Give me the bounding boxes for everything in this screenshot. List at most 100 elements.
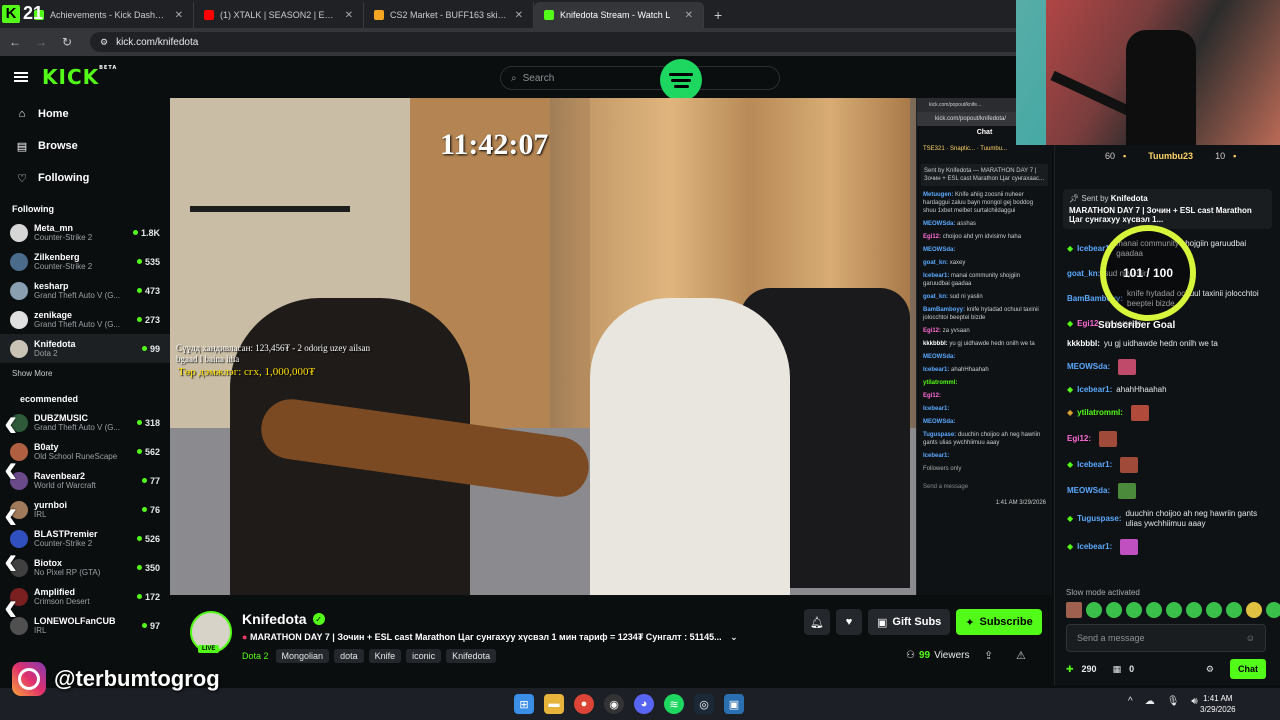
close-icon[interactable]: ✕	[345, 10, 353, 21]
emote-icon[interactable]	[1166, 602, 1182, 618]
chevron-down-icon[interactable]: ⌄	[730, 632, 738, 642]
emote-icon[interactable]	[1226, 602, 1242, 618]
back-arrow-icon[interactable]: ←	[8, 35, 22, 49]
stream-tag[interactable]: Mongolian	[275, 649, 330, 663]
microphone-icon[interactable]: 🎙︎	[1167, 696, 1180, 707]
chat-username[interactable]: Egi12:	[1067, 434, 1091, 444]
volume-icon[interactable]: 🔊︎	[1191, 696, 1197, 707]
sidebar-nav-following[interactable]: ♡ Following	[0, 162, 170, 194]
chrome-icon[interactable]: ●	[574, 694, 594, 714]
store-icon[interactable]: ▦	[1113, 664, 1122, 675]
stream-tag[interactable]: Knife	[368, 649, 402, 663]
sidebar-channel[interactable]: Zilkenberg Counter-Strike 2 535	[0, 247, 170, 276]
chat-username[interactable]: goat_kn:	[1067, 269, 1100, 279]
video-player[interactable]: 11:42:07 Сүүлд хандивласан: 123,456₮ - 2…	[170, 98, 916, 595]
taskbar-clock[interactable]: 1:41 AM 3/29/2026	[1200, 693, 1236, 715]
chat-username[interactable]: MEOWSda:	[1067, 486, 1110, 496]
category-link[interactable]: Dota 2	[242, 649, 269, 663]
app-window-icon[interactable]: ▣	[724, 694, 744, 714]
emote-icon[interactable]	[1206, 602, 1222, 618]
settings-icon[interactable]: ⚙	[1206, 664, 1214, 675]
file-explorer-icon[interactable]: ▬	[544, 694, 564, 714]
menu-icon[interactable]	[14, 72, 28, 82]
popout-username[interactable]: Egi12:	[923, 328, 941, 334]
chat-username[interactable]: Icebear1:	[1077, 460, 1112, 470]
network-icon[interactable]: ☁	[1145, 696, 1155, 707]
sidebar-channel[interactable]: zenikage Grand Theft Auto V (G... 273	[0, 305, 170, 334]
popout-username[interactable]: Tuguspase:	[923, 432, 956, 438]
popout-username[interactable]: goat_kn:	[923, 260, 948, 266]
popout-username[interactable]: Egi12:	[923, 234, 941, 240]
share-icon[interactable]: ⇪	[984, 649, 993, 662]
chat-username[interactable]: kkkbbbl:	[1067, 339, 1100, 349]
browser-tab-3[interactable]: Knifedota Stream - Watch L ✕	[534, 2, 704, 28]
popout-username[interactable]: goat_kn:	[923, 294, 948, 300]
emote-icon[interactable]	[1086, 602, 1102, 618]
reload-icon[interactable]: ↻	[60, 35, 74, 49]
popout-username[interactable]: Metuugen:	[923, 192, 953, 198]
discord-icon[interactable]: ◕	[634, 694, 654, 714]
emote-icon[interactable]	[1266, 602, 1280, 618]
popout-username[interactable]: Icebear1:	[923, 367, 949, 373]
chat-username[interactable]: Icebear1:	[1077, 385, 1112, 395]
emote-icon[interactable]	[1066, 602, 1082, 618]
chat-username[interactable]: ytilatromml:	[1077, 408, 1123, 418]
popout-username[interactable]: Egi12:	[923, 393, 941, 399]
tab-label: CS2 Market - BUFF163 skin trad	[390, 10, 509, 20]
popout-username[interactable]: MEOWSda:	[923, 354, 955, 360]
stream-tag[interactable]: iconic	[406, 649, 442, 663]
popout-username[interactable]: MEOWSda:	[923, 221, 955, 227]
follow-button[interactable]: ♥	[836, 609, 862, 635]
sidebar-channel[interactable]: kesharp Grand Theft Auto V (G... 473	[0, 276, 170, 305]
channel-name[interactable]: Knifedota	[242, 611, 307, 627]
site-info-icon[interactable]: ⚙	[100, 37, 108, 48]
emote-icon[interactable]	[1186, 602, 1202, 618]
popout-username[interactable]: Icebear1:	[923, 273, 949, 279]
chat-message-input[interactable]: Send a message ☺	[1066, 624, 1266, 652]
new-tab-button[interactable]: +	[704, 2, 732, 28]
popout-username[interactable]: Icebear1:	[923, 406, 949, 412]
obs-icon[interactable]: ◉	[604, 694, 624, 714]
popout-username[interactable]: MEOWSda:	[923, 419, 955, 425]
emote-icon[interactable]	[1246, 602, 1262, 618]
notification-bell-button[interactable]: 🔔︎	[804, 609, 830, 635]
gifter-2-name[interactable]: Tuumbu23	[1148, 151, 1193, 161]
stream-tag[interactable]: dota	[334, 649, 364, 663]
subscribe-button[interactable]: ✦ Subscribe	[956, 609, 1042, 635]
chat-username[interactable]: MEOWSda:	[1067, 362, 1110, 372]
close-icon[interactable]: ✕	[685, 10, 693, 21]
kick-logo[interactable]: KICKBETA	[42, 65, 117, 89]
close-icon[interactable]: ✕	[175, 10, 183, 21]
sidebar-channel[interactable]: Meta_mn Counter-Strike 2 1.8K	[0, 218, 170, 247]
emote-icon[interactable]	[1146, 602, 1162, 618]
spotify-taskbar-icon[interactable]: ≋	[664, 694, 684, 714]
close-icon[interactable]: ✕	[515, 10, 523, 21]
chat-username[interactable]: Icebear1:	[1077, 542, 1112, 552]
popout-username[interactable]: ytilatromml:	[923, 380, 957, 386]
forward-arrow-icon[interactable]: →	[34, 35, 48, 49]
report-icon[interactable]: ⚠	[1016, 649, 1026, 662]
stream-tag[interactable]: Knifedota	[446, 649, 497, 663]
chat-send-button[interactable]: Chat	[1230, 659, 1266, 679]
emoji-icon[interactable]: ☺	[1246, 633, 1255, 643]
windows-start-icon[interactable]: ⊞	[514, 694, 534, 714]
browser-tab-1[interactable]: (1) XTALK | SEASON2 | EP2 - DE ✕	[194, 2, 364, 28]
steam-icon[interactable]: ◎	[694, 694, 714, 714]
browser-tab-0[interactable]: Achievements - Kick Dashboard ✕	[24, 2, 194, 28]
emote-icon[interactable]	[1106, 602, 1122, 618]
gift-subs-button[interactable]: ▣ Gift Subs	[868, 609, 951, 635]
url-input[interactable]: ⚙ kick.com/knifedota	[90, 32, 1030, 52]
sidebar-nav-home[interactable]: ⌂ Home	[0, 98, 170, 130]
sidebar-nav-browse[interactable]: ▤ Browse	[0, 130, 170, 162]
popout-username[interactable]: BamBamboyy:	[923, 307, 965, 313]
popout-username[interactable]: MEOWSda:	[923, 247, 955, 253]
show-more-link[interactable]: Show More	[0, 363, 170, 384]
popout-username[interactable]: kkkbbbl:	[923, 341, 948, 347]
tray-chevron-icon[interactable]: ^	[1128, 696, 1133, 707]
emote-icon[interactable]	[1126, 602, 1142, 618]
sidebar-channel[interactable]: Knifedota Dota 2 99	[0, 334, 170, 363]
browser-tab-2[interactable]: CS2 Market - BUFF163 skin trad ✕	[364, 2, 534, 28]
chat-username[interactable]: Tuguspase:	[1077, 514, 1121, 524]
search-input[interactable]: ⌕ Search	[500, 66, 780, 90]
popout-username[interactable]: Icebear1:	[923, 453, 949, 459]
